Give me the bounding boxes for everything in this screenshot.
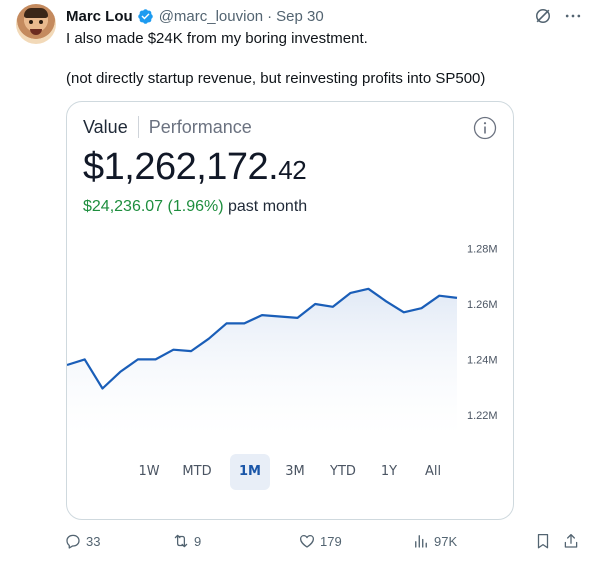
verified-badge-icon[interactable] (137, 8, 154, 25)
bookmark-icon[interactable] (534, 532, 552, 550)
tweet-header: Marc Lou @marc_louvion · Sep 30 (66, 6, 324, 26)
tweet-date[interactable]: Sep 30 (276, 8, 324, 25)
y-tick-label: 1.28M (467, 244, 498, 256)
reply-icon (66, 534, 80, 549)
y-tick-label: 1.26M (467, 299, 498, 311)
range-option[interactable]: 1M (230, 454, 270, 490)
value-change: $24,236.07 (1.96%) past month (83, 198, 307, 216)
y-axis-ticks: 1.28M 1.26M 1.24M 1.22M (467, 244, 498, 422)
avatar-eye (39, 20, 43, 24)
tweet-actions: 33 9 179 97K (64, 532, 584, 554)
more-options-icon[interactable] (563, 6, 583, 26)
range-option[interactable]: 1W (131, 454, 167, 490)
heart-icon (299, 534, 315, 548)
range-option[interactable]: YTD (325, 454, 361, 490)
range-option[interactable]: All (415, 454, 451, 490)
range-selector: 1W MTD 1M 3M YTD 1Y All (67, 454, 513, 490)
portfolio-value: $1,262,172.42 (83, 146, 307, 189)
card-tabs: Value Performance (83, 116, 252, 138)
range-option[interactable]: 3M (277, 454, 313, 490)
avatar-mouth (30, 29, 42, 35)
repost-count: 9 (194, 533, 202, 549)
tweet-text-line: (not directly startup revenue, but reinv… (66, 70, 486, 87)
info-icon[interactable] (473, 116, 497, 140)
avatar-eye (29, 20, 33, 24)
grok-icon[interactable] (533, 6, 553, 26)
views-count: 97K (434, 533, 458, 549)
tweet-top-actions (533, 6, 583, 26)
change-amount: $24,236.07 (1.96%) (83, 198, 224, 215)
range-option[interactable]: MTD (179, 454, 215, 490)
repost-icon (174, 534, 188, 548)
value-main: $1,262,172. (83, 146, 279, 188)
portfolio-chart[interactable]: 1.28M 1.26M 1.24M 1.22M (67, 232, 514, 452)
chart-area-fill (67, 288, 457, 437)
repost-button[interactable]: 9 (172, 532, 201, 550)
tweet-text: I also made $24K from my boring investme… (66, 29, 576, 89)
range-option[interactable]: 1Y (371, 454, 407, 490)
views-button[interactable]: 97K (412, 532, 457, 550)
chart-area-group (67, 288, 457, 437)
y-tick-label: 1.22M (467, 410, 498, 422)
analytics-icon (415, 535, 427, 548)
share-icon[interactable] (562, 532, 580, 550)
tab-divider (137, 116, 139, 138)
tab-performance[interactable]: Performance (149, 117, 252, 138)
like-count: 179 (320, 533, 342, 549)
tab-value[interactable]: Value (83, 117, 128, 138)
tweet-text-line: I also made $24K from my boring investme… (66, 30, 368, 47)
like-button[interactable]: 179 (298, 532, 342, 550)
portfolio-card[interactable]: Value Performance $1,262,172.42 $24,236.… (66, 101, 514, 520)
reply-count: 33 (86, 533, 101, 549)
avatar-hair (24, 8, 48, 18)
author-handle[interactable]: @marc_louvion (159, 8, 263, 25)
y-tick-label: 1.24M (467, 354, 498, 366)
reply-button[interactable]: 33 (64, 532, 100, 550)
change-period: past month (228, 198, 308, 215)
author-avatar[interactable] (16, 4, 56, 44)
value-cents: 42 (278, 155, 307, 185)
author-name[interactable]: Marc Lou (66, 8, 133, 25)
header-separator: · (267, 7, 273, 25)
